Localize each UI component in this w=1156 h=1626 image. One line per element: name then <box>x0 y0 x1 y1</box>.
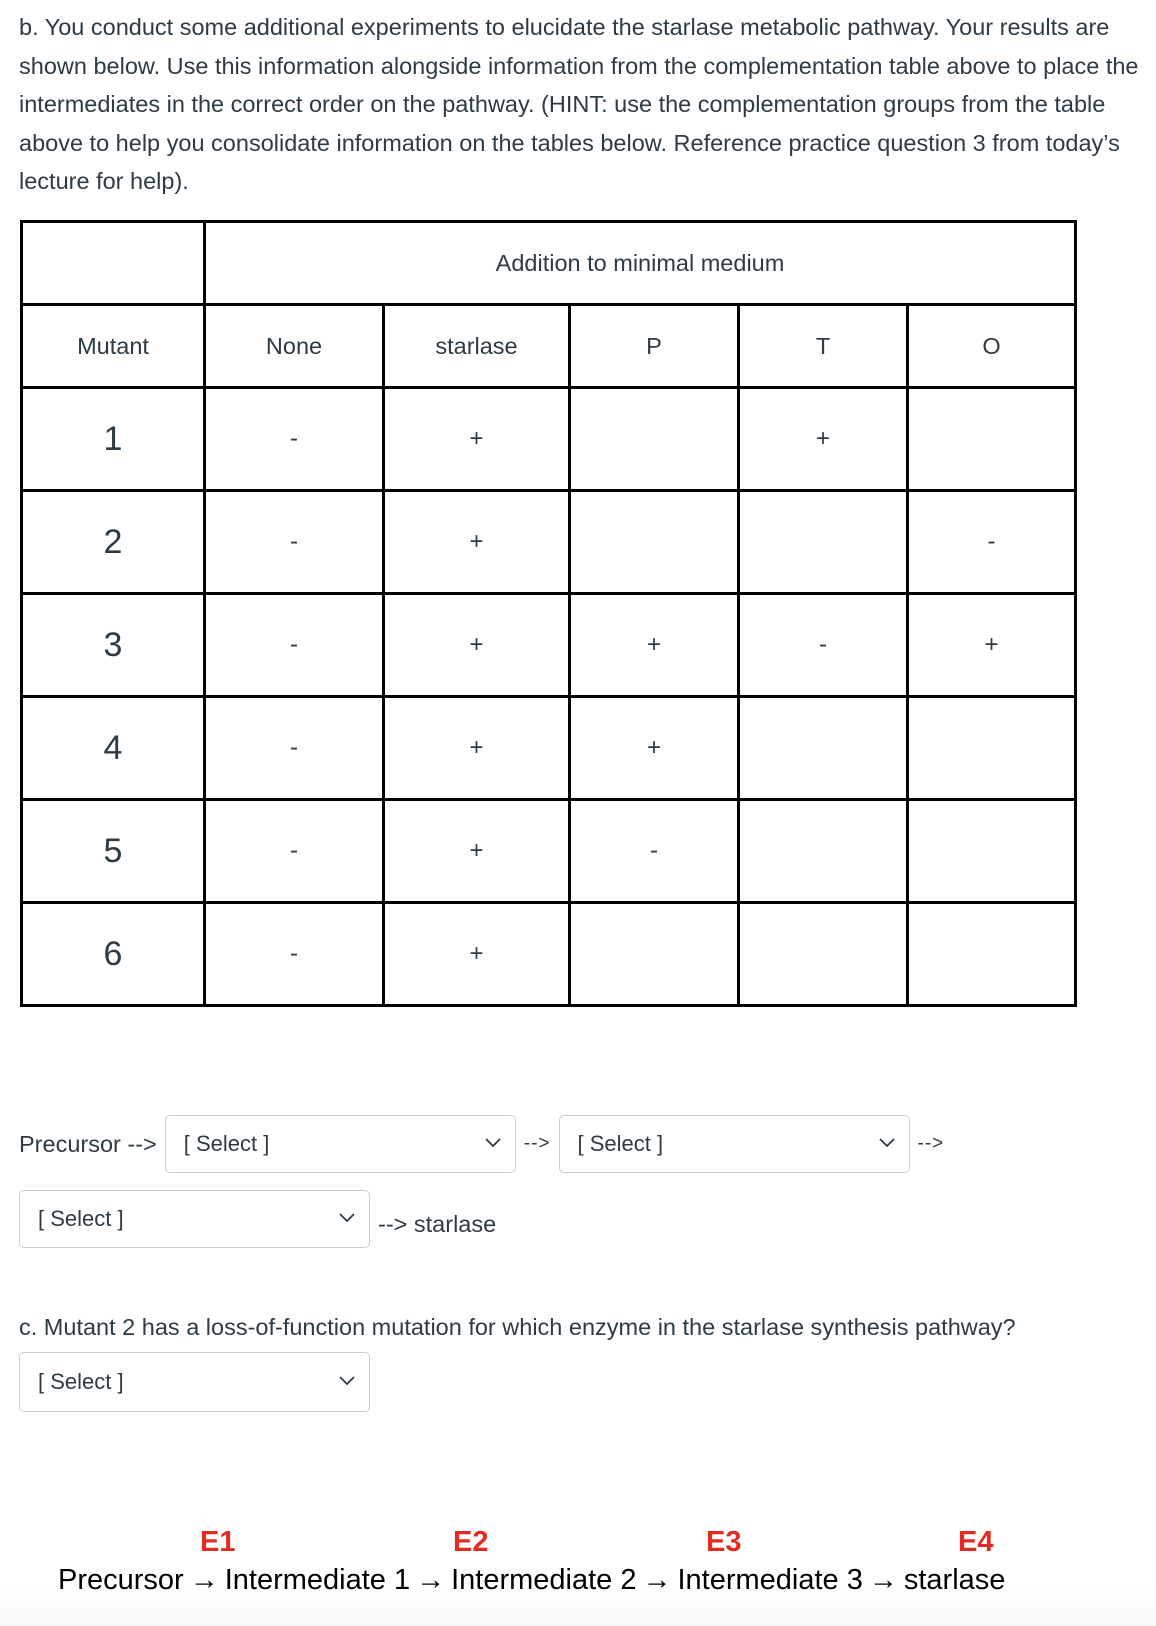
arrow-right-icon: → <box>642 1564 672 1596</box>
cell-starlase: + <box>382 489 571 595</box>
cell-p: + <box>568 592 740 698</box>
pathway-answer-line-2: [ Select ] --> starlase <box>19 1190 496 1248</box>
chevron-down-icon <box>339 1376 355 1386</box>
mutant-id: 2 <box>20 489 206 595</box>
question-c-answer: [ Select ] <box>19 1352 370 1412</box>
group-header-row: Addition to minimal medium <box>20 220 1078 306</box>
column-header-mutant: Mutant <box>20 303 206 389</box>
arrow-right-icon: → <box>868 1564 898 1596</box>
cell-starlase: + <box>382 386 571 492</box>
select-value: [ Select ] <box>38 1369 124 1394</box>
cell-t <box>737 901 909 1007</box>
cell-starlase: + <box>382 695 571 801</box>
mutant-results-table: Addition to minimal medium Mutant None s… <box>20 220 1078 1007</box>
cell-none: - <box>203 901 385 1007</box>
cell-starlase: + <box>382 592 571 698</box>
question-c-text: c. Mutant 2 has a loss-of-function mutat… <box>19 1314 1016 1340</box>
table-row: 3 - + + - + <box>20 592 1078 698</box>
pathway-chain: Precursor → Intermediate 1 → Intermediate 2 →… <box>58 1564 1005 1597</box>
cell-t <box>737 489 909 595</box>
cell-none: - <box>203 386 385 492</box>
column-header-t: T <box>737 303 909 389</box>
step-intermediate-3: Intermediate 3 <box>677 1564 863 1596</box>
table-row: 5 - + - <box>20 798 1078 904</box>
cell-o: - <box>905 489 1078 595</box>
cell-o <box>905 695 1078 801</box>
precursor-label: Precursor --> <box>19 1130 157 1157</box>
mutant-id: 1 <box>20 386 206 492</box>
column-header-row: Mutant None starlase P T O <box>20 303 1078 389</box>
question-b-text: b. You conduct some additional experimen… <box>19 14 1139 194</box>
arrow-text: --> <box>917 1133 945 1154</box>
cell-t <box>737 798 909 904</box>
enzyme-label-e2: E2 <box>453 1526 489 1558</box>
column-header-p: P <box>568 303 740 389</box>
step-intermediate-1: Intermediate 1 <box>224 1564 411 1596</box>
cell-p <box>568 901 740 1007</box>
pathway-answer-line-1: Precursor --> [ Select ] --> [ Select ] … <box>19 1115 952 1173</box>
mutant-id: 4 <box>20 695 206 801</box>
select-value: [ Select ] <box>577 1131 664 1156</box>
select-value: [ Select ] <box>38 1206 124 1231</box>
column-header-o: O <box>905 303 1078 389</box>
cell-o <box>905 386 1078 492</box>
step-starlase: starlase <box>903 1564 1006 1596</box>
table-row: 1 - + + <box>20 386 1078 492</box>
step-precursor: Precursor <box>58 1564 184 1596</box>
chevron-down-icon <box>339 1213 355 1223</box>
step-intermediate-2: Intermediate 2 <box>451 1564 637 1596</box>
table-row: 6 - + <box>20 901 1078 1007</box>
cell-none: - <box>203 798 385 904</box>
intermediate-select-2[interactable]: [ Select ] <box>558 1115 910 1173</box>
mutant-id: 5 <box>20 798 206 904</box>
cell-p: + <box>568 695 740 801</box>
cell-none: - <box>203 592 385 698</box>
cell-o <box>905 798 1078 904</box>
column-header-starlase: starlase <box>382 303 571 389</box>
cell-t: - <box>737 592 909 698</box>
cell-none: - <box>203 695 385 801</box>
arrow-text: --> <box>523 1133 551 1154</box>
cell-t <box>737 695 909 801</box>
enzyme-label-e4: E4 <box>958 1526 994 1558</box>
intermediate-select-3[interactable]: [ Select ] <box>19 1190 370 1248</box>
column-header-none: None <box>203 303 385 389</box>
cell-p <box>568 386 740 492</box>
cell-starlase: + <box>382 901 571 1007</box>
arrow-right-icon: → <box>416 1564 446 1596</box>
enzyme-label-e3: E3 <box>706 1526 742 1558</box>
cell-o: + <box>905 592 1078 698</box>
cell-p <box>568 489 740 595</box>
cell-o <box>905 901 1078 1007</box>
starlase-end-label: --> starlase <box>378 1210 497 1237</box>
cell-p: - <box>568 798 740 904</box>
mutant-id: 6 <box>20 901 206 1007</box>
table-row: 2 - + - <box>20 489 1078 595</box>
arrow-right-icon: → <box>189 1564 219 1596</box>
group-header: Addition to minimal medium <box>202 220 1078 306</box>
enzyme-select[interactable]: [ Select ] <box>19 1352 370 1412</box>
intermediate-select-1[interactable]: [ Select ] <box>164 1115 516 1173</box>
cell-t: + <box>737 386 909 492</box>
mutant-id: 3 <box>20 592 206 698</box>
cell-none: - <box>203 489 385 595</box>
chevron-down-icon <box>878 1138 895 1148</box>
enzyme-label-e1: E1 <box>200 1526 236 1558</box>
select-value: [ Select ] <box>183 1131 270 1156</box>
empty-corner-cell <box>20 220 206 306</box>
chevron-down-icon <box>485 1138 501 1148</box>
pathway-figure: E1 E2 E3 E4 Precursor → Intermediate 1 → Int… <box>0 1500 1156 1626</box>
cell-starlase: + <box>382 798 571 904</box>
table-row: 4 - + + <box>20 695 1078 801</box>
